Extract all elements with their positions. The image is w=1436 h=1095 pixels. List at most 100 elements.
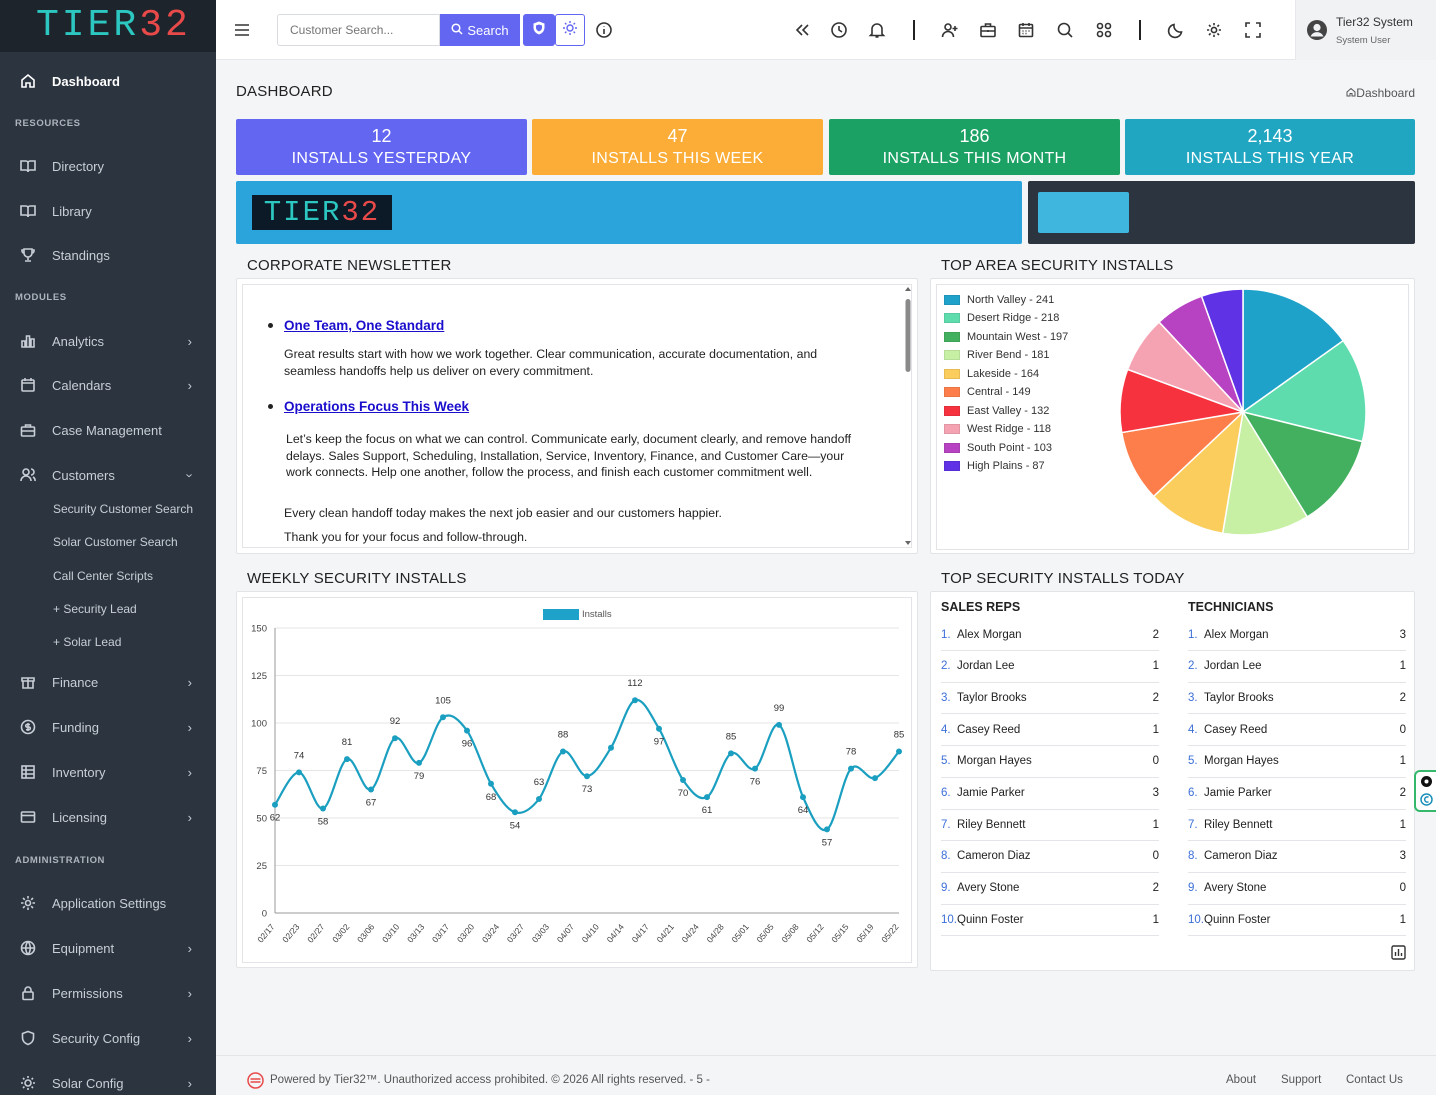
data-point[interactable] — [584, 773, 590, 780]
list-item[interactable]: 3. Taylor Brooks 2 — [941, 682, 1159, 715]
newsletter-link-operations-focus[interactable]: Operations Focus This Week — [284, 399, 469, 414]
sidebar-item-funding[interactable]: Funding › — [0, 716, 216, 738]
legend-item[interactable]: River Bend - 181 — [944, 349, 1050, 361]
stat-installs-this-year[interactable]: 2,143 INSTALLS THIS YEAR — [1125, 119, 1415, 175]
sidebar-subitem-security-customer-search[interactable]: Security Customer Search — [53, 502, 193, 516]
chevrons-left-icon[interactable] — [792, 20, 812, 40]
info-icon[interactable] — [594, 20, 614, 40]
stat-installs-this-week[interactable]: 47 INSTALLS THIS WEEK — [532, 119, 823, 175]
legend-item[interactable]: High Plains - 87 — [944, 460, 1045, 472]
legend-item[interactable]: West Ridge - 118 — [944, 423, 1051, 435]
list-item[interactable]: 7. Riley Bennett 1 — [1188, 809, 1406, 842]
list-item[interactable]: 8. Cameron Diaz 3 — [1188, 841, 1406, 873]
sidebar-subitem-solar-lead[interactable]: + Solar Lead — [53, 635, 121, 649]
sidebar-item-permissions[interactable]: Permissions › — [0, 982, 216, 1004]
legend-item[interactable]: South Point - 103 — [944, 442, 1052, 454]
calendar-icon[interactable] — [1016, 20, 1036, 40]
gear-icon[interactable] — [1204, 20, 1224, 40]
data-point[interactable] — [536, 796, 542, 802]
user-menu[interactable]: Tier32 System System User — [1295, 0, 1436, 60]
data-point[interactable] — [440, 714, 446, 721]
list-item[interactable]: 6. Jamie Parker 2 — [1188, 778, 1406, 810]
sidebar-subitem-call-center-scripts[interactable]: Call Center Scripts — [53, 569, 153, 583]
search-icon[interactable] — [1055, 20, 1075, 40]
sidebar-item-analytics[interactable]: Analytics › — [0, 330, 216, 352]
sidebar-item-security-config[interactable]: Security Config › — [0, 1027, 216, 1049]
promo-button[interactable] — [1038, 192, 1129, 233]
data-point[interactable] — [848, 765, 854, 772]
stat-installs-yesterday[interactable]: 12 INSTALLS YESTERDAY — [236, 119, 527, 175]
area-pie-chart[interactable] — [1111, 284, 1411, 550]
data-point[interactable] — [416, 759, 422, 766]
list-item[interactable]: 4. Casey Reed 0 — [1188, 714, 1406, 747]
data-point[interactable] — [824, 826, 830, 833]
fullscreen-icon[interactable] — [1243, 20, 1263, 40]
legend-item[interactable]: Central - 149 — [944, 386, 1031, 398]
add-user-icon[interactable] — [940, 20, 960, 40]
footer-contact-link[interactable]: Contact Us — [1346, 1074, 1403, 1086]
sidebar-subitem-solar-customer-search[interactable]: Solar Customer Search — [53, 535, 178, 549]
sidebar-item-dashboard[interactable]: Dashboard — [0, 70, 216, 92]
list-item[interactable]: 5. Morgan Hayes 1 — [1188, 746, 1406, 778]
list-item[interactable]: 10. Quinn Foster 1 — [1188, 904, 1406, 937]
list-item[interactable]: 10. Quinn Foster 1 — [941, 904, 1159, 937]
list-item[interactable]: 4. Casey Reed 1 — [941, 714, 1159, 747]
data-point[interactable] — [296, 769, 302, 776]
list-item[interactable]: 9. Avery Stone 2 — [941, 873, 1159, 905]
sidebar-item-finance[interactable]: Finance › — [0, 671, 216, 693]
sidebar-item-equipment[interactable]: Equipment › — [0, 937, 216, 959]
list-item[interactable]: 8. Cameron Diaz 0 — [941, 841, 1159, 873]
list-item[interactable]: 2. Jordan Lee 1 — [941, 651, 1159, 683]
footer-about-link[interactable]: About — [1226, 1074, 1256, 1086]
data-point[interactable] — [704, 794, 710, 801]
data-point[interactable] — [368, 786, 374, 793]
data-point[interactable] — [488, 780, 494, 787]
moon-icon[interactable] — [1166, 20, 1186, 40]
legend-item[interactable]: East Valley - 132 — [944, 405, 1049, 417]
legend-item[interactable]: North Valley - 241 — [944, 294, 1054, 306]
stat-installs-this-month[interactable]: 186 INSTALLS THIS MONTH — [829, 119, 1120, 175]
customer-search-input[interactable] — [277, 14, 440, 46]
brand-logo[interactable]: TIER32 — [0, 0, 216, 52]
legend-item[interactable]: Mountain West - 197 — [944, 331, 1068, 343]
data-point[interactable] — [344, 756, 350, 763]
security-mode-button[interactable] — [523, 14, 555, 46]
sidebar-item-calendars[interactable]: Calendars › — [0, 374, 216, 396]
sidebar-item-licensing[interactable]: Licensing › — [0, 806, 216, 828]
weekly-line-chart[interactable]: Installs 0 25 50 75 100 125 150 02/17 02/23 02/27… — [237, 592, 919, 969]
sidebar-item-library[interactable]: Library — [0, 200, 216, 222]
apps-grid-icon[interactable] — [1094, 20, 1114, 40]
list-item[interactable]: 7. Riley Bennett 1 — [941, 809, 1159, 842]
bell-icon[interactable] — [867, 20, 887, 40]
legend-item[interactable]: Lakeside - 164 — [944, 368, 1039, 380]
sidebar-item-standings[interactable]: Standings — [0, 244, 216, 266]
data-point[interactable] — [632, 697, 638, 704]
newsletter-scrollbar[interactable] — [903, 283, 913, 549]
data-point[interactable] — [680, 777, 686, 783]
data-point[interactable] — [728, 750, 734, 757]
sidebar-item-directory[interactable]: Directory — [0, 155, 216, 177]
data-point[interactable] — [320, 805, 326, 812]
sidebar-item-application-settings[interactable]: Application Settings — [0, 892, 216, 914]
data-point[interactable] — [608, 744, 614, 751]
data-point[interactable] — [464, 727, 470, 734]
sidebar-item-customers[interactable]: Customers › — [0, 464, 216, 486]
list-item[interactable]: 1. Alex Morgan 2 — [941, 619, 1159, 651]
clock-icon[interactable] — [829, 20, 849, 40]
legend-item[interactable]: Desert Ridge - 218 — [944, 312, 1059, 324]
data-point[interactable] — [752, 765, 758, 772]
search-button[interactable]: Search — [440, 14, 520, 46]
sidebar-item-inventory[interactable]: Inventory › — [0, 761, 216, 783]
sidebar-item-solar-config[interactable]: Solar Config › — [0, 1072, 216, 1094]
breadcrumb[interactable]: Dashboard — [1346, 86, 1415, 100]
list-item[interactable]: 3. Taylor Brooks 2 — [1188, 682, 1406, 715]
list-item[interactable]: 2. Jordan Lee 1 — [1188, 651, 1406, 683]
list-item[interactable]: 9. Avery Stone 0 — [1188, 873, 1406, 905]
list-item[interactable]: 5. Morgan Hayes 0 — [941, 746, 1159, 778]
sidebar-item-case-management[interactable]: Case Management — [0, 419, 216, 441]
data-point[interactable] — [800, 794, 806, 801]
sidebar-subitem-security-lead[interactable]: + Security Lead — [53, 602, 137, 616]
list-item[interactable]: 1. Alex Morgan 3 — [1188, 619, 1406, 651]
report-icon[interactable] — [1391, 945, 1406, 965]
menu-icon[interactable] — [232, 20, 252, 40]
